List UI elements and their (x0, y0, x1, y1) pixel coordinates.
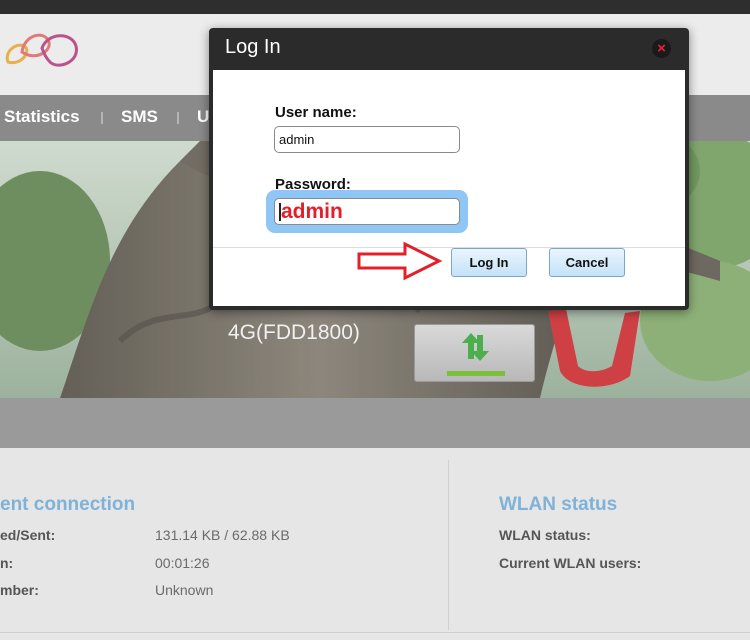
wlan-status-title: WLAN status (499, 494, 618, 515)
received-sent-label: ed/Sent: (0, 527, 56, 543)
top-bar (0, 0, 750, 14)
password-input[interactable] (274, 198, 460, 225)
close-icon[interactable]: × (652, 39, 671, 58)
brand-logo-icon (5, 33, 78, 67)
phone-number-value: Unknown (155, 582, 214, 598)
login-dialog: Log In × User name: Password: Log In Can… (209, 28, 689, 310)
dialog-title: Log In (225, 36, 281, 58)
wlan-status-label: WLAN status: (499, 527, 591, 543)
duration-label: n: (0, 555, 14, 571)
duration-value: 00:01:26 (155, 555, 210, 571)
red-arrow-annotation-icon (357, 241, 443, 281)
up-down-arrows-icon (447, 333, 505, 376)
status-panel (0, 448, 750, 640)
status-band (0, 398, 750, 448)
nav-update[interactable]: U (197, 107, 209, 127)
phone-number-label: mber: (0, 582, 39, 598)
username-label: User name: (275, 104, 357, 121)
cancel-button[interactable]: Cancel (549, 248, 625, 277)
nav-separator (101, 112, 103, 124)
username-input[interactable] (274, 126, 460, 153)
nav-separator (177, 112, 179, 124)
column-divider (448, 460, 449, 630)
nav-sms[interactable]: SMS (121, 107, 158, 127)
footer-divider (0, 632, 750, 633)
current-connection-title: ent connection (0, 494, 136, 515)
received-sent-value: 131.14 KB / 62.88 KB (155, 527, 290, 543)
nav-statistics[interactable]: Statistics (4, 107, 80, 127)
wlan-users-label: Current WLAN users: (499, 555, 642, 571)
login-button[interactable]: Log In (451, 248, 527, 277)
dialog-body: User name: Password: Log In Cancel (213, 70, 685, 306)
network-type-label: 4G(FDD1800) (228, 321, 360, 344)
data-connection-toggle[interactable] (414, 324, 535, 382)
text-cursor (279, 203, 281, 221)
